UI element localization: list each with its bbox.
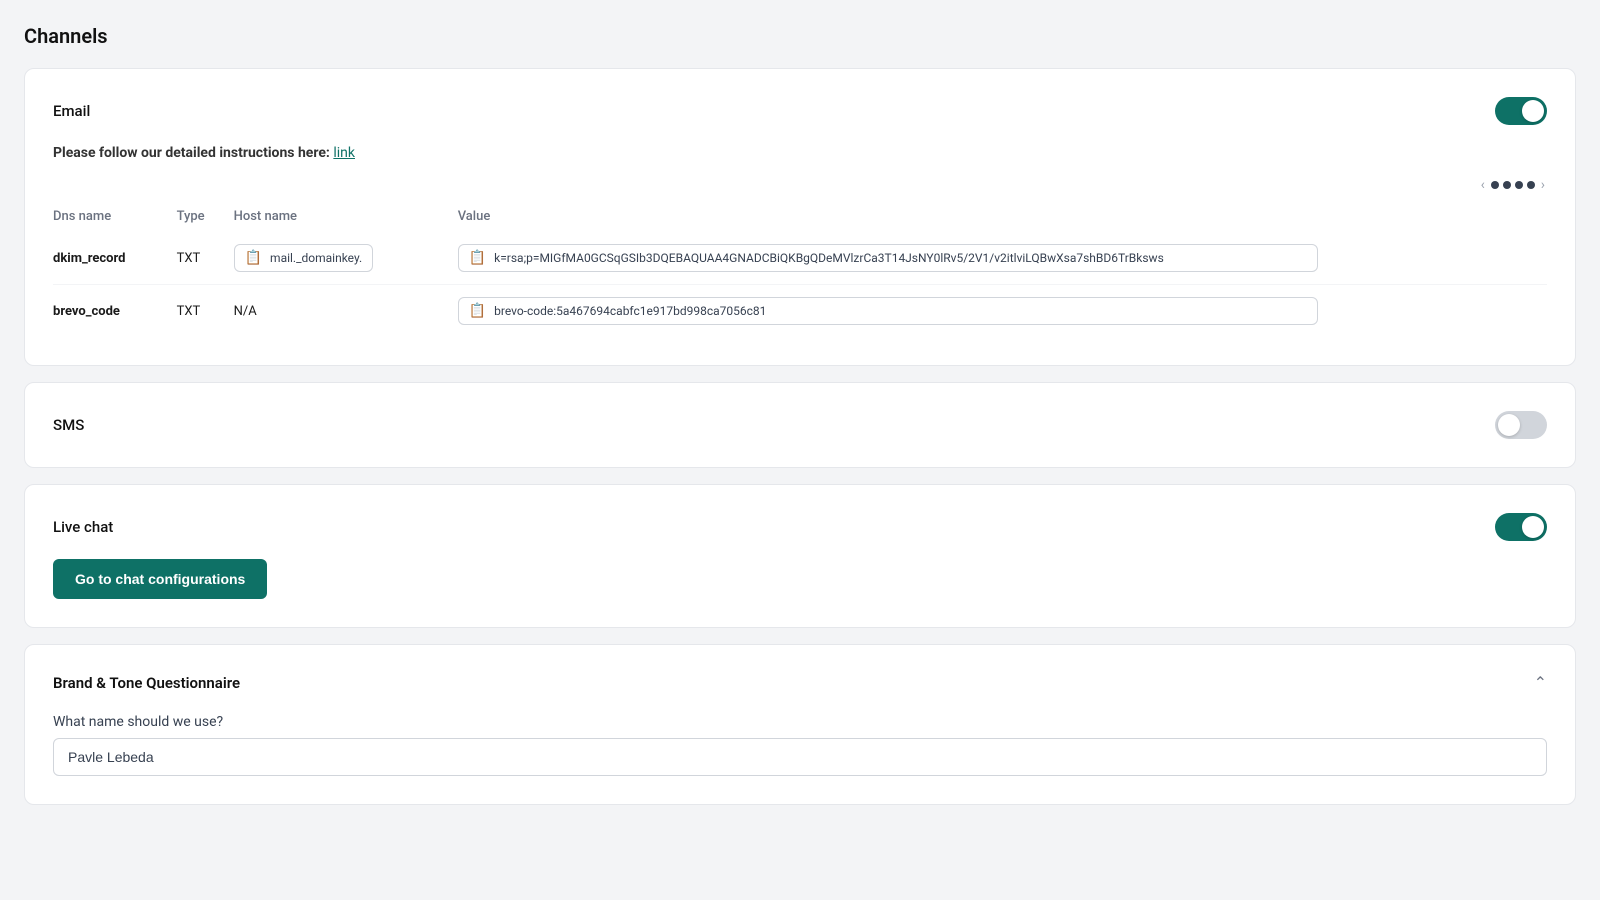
col-dns-name: Dns name — [53, 201, 177, 232]
name-question-label: What name should we use? — [53, 714, 1547, 730]
go-to-chat-configurations-button[interactable]: Go to chat configurations — [53, 559, 267, 599]
dns-name-2: brevo_code — [53, 304, 120, 319]
pagination: ‹ › — [53, 177, 1547, 193]
dns-name-1: dkim_record — [53, 251, 125, 266]
email-toggle-knob — [1522, 100, 1544, 122]
pagination-dot-4 — [1527, 181, 1535, 189]
email-instructions: Please follow our detailed instructions … — [53, 145, 1547, 161]
value-text-1: k=rsa;p=MIGfMA0GCSqGSIb3DQEBAQUAA4GNADCB… — [494, 251, 1164, 265]
live-chat-channel-header: Live chat — [53, 513, 1547, 541]
value-copy-2[interactable]: 📋 brevo-code:5a467694cabfc1e917bd998ca70… — [458, 297, 1318, 325]
copy-icon-val-2: 📋 — [469, 303, 486, 319]
live-chat-label: Live chat — [53, 518, 113, 536]
copy-icon-val-1: 📋 — [469, 250, 486, 266]
sms-label: SMS — [53, 416, 84, 434]
sms-toggle-knob — [1498, 414, 1520, 436]
email-label: Email — [53, 102, 90, 120]
dns-table: Dns name Type Host name Value dkim_recor… — [53, 201, 1547, 337]
page-title: Channels — [24, 24, 1576, 48]
brand-tone-label: Brand & Tone Questionnaire — [53, 674, 240, 692]
live-chat-card: Live chat Go to chat configurations — [24, 484, 1576, 628]
pagination-dot-1 — [1491, 181, 1499, 189]
host-name-text-1: mail._domainkey. — [270, 251, 362, 265]
instructions-link[interactable]: link — [333, 145, 355, 161]
type-2: TXT — [177, 285, 234, 338]
col-type: Type — [177, 201, 234, 232]
host-name-2: N/A — [234, 285, 458, 338]
type-1: TXT — [177, 232, 234, 285]
pagination-prev[interactable]: ‹ — [1479, 177, 1487, 193]
live-chat-toggle[interactable] — [1495, 513, 1547, 541]
pagination-dot-2 — [1503, 181, 1511, 189]
pagination-next[interactable]: › — [1539, 177, 1547, 193]
brand-tone-card: Brand & Tone Questionnaire ⌃ What name s… — [24, 644, 1576, 805]
value-text-2: brevo-code:5a467694cabfc1e917bd998ca7056… — [494, 304, 766, 318]
chevron-up-icon: ⌃ — [1534, 673, 1547, 692]
sms-toggle[interactable] — [1495, 411, 1547, 439]
value-copy-1[interactable]: 📋 k=rsa;p=MIGfMA0GCSqGSIb3DQEBAQUAA4GNAD… — [458, 244, 1318, 272]
email-card: Email Please follow our detailed instruc… — [24, 68, 1576, 366]
pagination-dot-3 — [1515, 181, 1523, 189]
copy-icon-1: 📋 — [245, 250, 262, 266]
email-channel-header: Email — [53, 97, 1547, 125]
sms-card: SMS — [24, 382, 1576, 468]
brand-tone-header[interactable]: Brand & Tone Questionnaire ⌃ — [53, 673, 1547, 692]
col-value: Value — [458, 201, 1547, 232]
live-chat-toggle-knob — [1522, 516, 1544, 538]
name-form-group: What name should we use? — [53, 714, 1547, 776]
name-input[interactable] — [53, 738, 1547, 776]
host-name-copy-1[interactable]: 📋 mail._domainkey. — [234, 244, 374, 272]
col-host-name: Host name — [234, 201, 458, 232]
table-row: brevo_code TXT N/A 📋 brevo-code:5a467694… — [53, 285, 1547, 338]
table-row: dkim_record TXT 📋 mail._domainkey. 📋 k=r… — [53, 232, 1547, 285]
sms-channel-header: SMS — [53, 411, 1547, 439]
email-toggle[interactable] — [1495, 97, 1547, 125]
